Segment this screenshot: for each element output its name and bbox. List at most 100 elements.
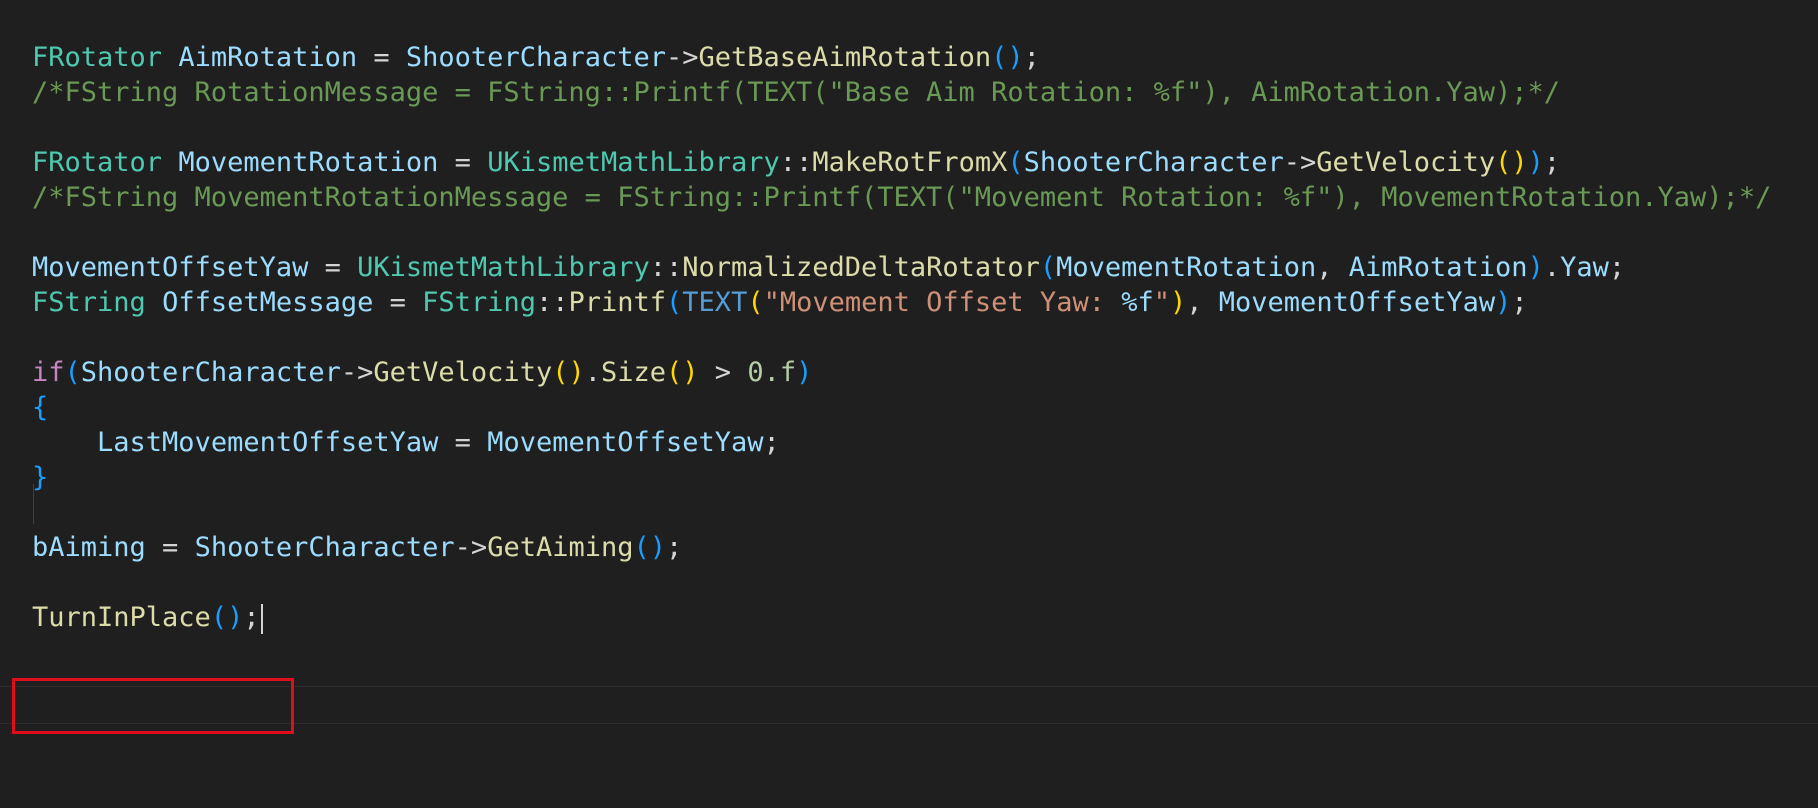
code-token: "Movement Offset Yaw: bbox=[763, 287, 1122, 318]
code-token: ( bbox=[64, 357, 81, 388]
code-token: Yaw bbox=[1560, 252, 1609, 283]
code-token: -> bbox=[1283, 147, 1317, 178]
code-line[interactable]: LastMovementOffsetYaw = MovementOffsetYa… bbox=[32, 423, 780, 463]
code-token: ShooterCharacter bbox=[1023, 147, 1284, 178]
code-token: MovementOffsetYaw bbox=[32, 252, 309, 283]
code-token: :: bbox=[535, 287, 569, 318]
code-token: () bbox=[991, 42, 1024, 73]
code-token: ShooterCharacter bbox=[80, 357, 341, 388]
code-token: ) bbox=[1527, 147, 1544, 178]
code-line[interactable]: MovementOffsetYaw = UKismetMathLibrary::… bbox=[32, 248, 1625, 288]
code-token: ( bbox=[1007, 147, 1024, 178]
code-token: /*FString MovementRotationMessage = FStr… bbox=[32, 182, 1772, 213]
code-line[interactable]: TurnInPlace(); bbox=[32, 598, 263, 638]
code-token: ; bbox=[763, 427, 780, 458]
code-token: -> bbox=[340, 357, 374, 388]
code-token: () bbox=[1495, 147, 1528, 178]
code-token: " bbox=[1153, 287, 1170, 318]
code-token: AimRotation bbox=[178, 42, 358, 73]
code-token: FRotator bbox=[32, 42, 163, 73]
code-token: GetAiming bbox=[487, 532, 634, 563]
code-token: ) bbox=[1527, 252, 1544, 283]
code-token: ( bbox=[666, 287, 683, 318]
code-line[interactable]: FRotator MovementRotation = UKismetMathL… bbox=[32, 143, 1560, 183]
code-token: MovementRotation bbox=[178, 147, 439, 178]
code-token: GetVelocity bbox=[1316, 147, 1496, 178]
code-token: () bbox=[666, 357, 699, 388]
code-token: , bbox=[1186, 287, 1219, 318]
code-token: LastMovementOffsetYaw bbox=[97, 427, 439, 458]
text-cursor bbox=[260, 603, 263, 634]
code-token: = bbox=[357, 42, 406, 73]
code-token: ; bbox=[1543, 147, 1561, 178]
code-token: -> bbox=[454, 532, 488, 563]
code-token: GetBaseAimRotation bbox=[698, 42, 992, 73]
code-token: ShooterCharacter bbox=[405, 42, 666, 73]
code-token: AimRotation bbox=[1348, 252, 1528, 283]
code-token: NormalizedDeltaRotator bbox=[682, 252, 1040, 283]
code-token: MovementOffsetYaw bbox=[487, 427, 764, 458]
code-editor[interactable]: FRotator AimRotation = ShooterCharacter-… bbox=[0, 0, 1818, 808]
code-token: () bbox=[210, 602, 244, 633]
code-token: ) bbox=[1495, 287, 1512, 318]
code-token: > bbox=[698, 357, 748, 388]
code-token: Printf bbox=[568, 287, 667, 318]
code-line[interactable]: if(ShooterCharacter->GetVelocity().Size(… bbox=[32, 353, 812, 393]
code-token: FString bbox=[422, 287, 536, 318]
code-token: UKismetMathLibrary bbox=[357, 252, 650, 283]
code-line[interactable]: /*FString MovementRotationMessage = FStr… bbox=[32, 178, 1771, 218]
code-token: GetVelocity bbox=[373, 357, 553, 388]
code-token: FString bbox=[32, 287, 146, 318]
code-token: , bbox=[1316, 252, 1349, 283]
code-token: TEXT bbox=[682, 287, 748, 318]
code-token: ; bbox=[666, 532, 683, 563]
code-line[interactable]: FRotator AimRotation = ShooterCharacter-… bbox=[32, 38, 1040, 78]
code-token: UKismetMathLibrary bbox=[487, 147, 780, 178]
code-token: . bbox=[584, 357, 601, 388]
code-token: FRotator bbox=[32, 147, 163, 178]
code-token: ( bbox=[1039, 252, 1057, 283]
code-token: /*FString RotationMessage = FString::Pri… bbox=[32, 77, 1561, 108]
code-token: ) bbox=[1170, 287, 1187, 318]
code-token: = bbox=[308, 252, 358, 283]
code-token: } bbox=[32, 462, 49, 493]
code-token: ( bbox=[747, 287, 764, 318]
code-token: :: bbox=[649, 252, 683, 283]
code-line[interactable]: bAiming = ShooterCharacter->GetAiming(); bbox=[32, 528, 682, 568]
code-token: ; bbox=[243, 602, 260, 633]
code-token: %f bbox=[1121, 287, 1154, 318]
code-token: ; bbox=[1023, 42, 1040, 73]
code-line[interactable]: { bbox=[32, 388, 48, 428]
code-token: . bbox=[1543, 252, 1561, 283]
code-token: bAiming bbox=[32, 532, 146, 563]
code-line[interactable]: /*FString RotationMessage = FString::Pri… bbox=[32, 73, 1560, 113]
code-token: = bbox=[145, 532, 195, 563]
code-token: () bbox=[633, 532, 667, 563]
code-token: = bbox=[438, 147, 488, 178]
code-token: if bbox=[32, 357, 65, 388]
code-token: = bbox=[438, 427, 488, 458]
code-token: Size bbox=[600, 357, 667, 388]
code-token: () bbox=[552, 357, 585, 388]
code-token: ; bbox=[1511, 287, 1528, 318]
code-token: MovementOffsetYaw bbox=[1218, 287, 1496, 318]
code-line[interactable]: } bbox=[32, 458, 48, 498]
code-token: ShooterCharacter bbox=[194, 532, 455, 563]
code-line[interactable]: FString OffsetMessage = FString::Printf(… bbox=[32, 283, 1528, 323]
code-token: MakeRotFromX bbox=[812, 147, 1008, 178]
red-annotation-box bbox=[12, 678, 294, 734]
code-token: OffsetMessage bbox=[162, 287, 374, 318]
code-token: ) bbox=[796, 357, 813, 388]
code-token: 0.f bbox=[747, 357, 797, 388]
code-token: = bbox=[373, 287, 423, 318]
code-token: ; bbox=[1608, 252, 1626, 283]
code-token: MovementRotation bbox=[1056, 252, 1317, 283]
code-token: { bbox=[32, 392, 49, 423]
code-token: :: bbox=[779, 147, 813, 178]
code-token: -> bbox=[666, 42, 699, 73]
code-token: TurnInPlace bbox=[32, 602, 211, 633]
